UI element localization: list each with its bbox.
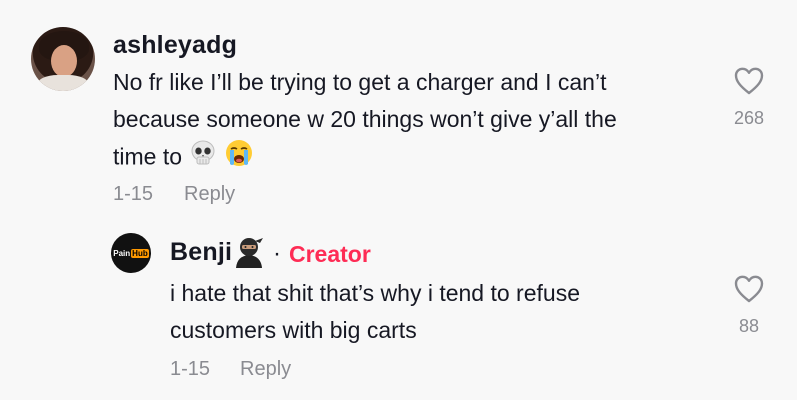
- like-count: 268: [733, 108, 765, 128]
- reply-button[interactable]: Reply: [184, 183, 235, 206]
- heart-icon[interactable]: [734, 275, 764, 303]
- comment-username[interactable]: ashleyadg: [113, 31, 237, 60]
- heart-icon[interactable]: [734, 67, 764, 95]
- reply-button[interactable]: Reply: [240, 358, 291, 381]
- reply-date: 1-15: [170, 358, 211, 380]
- comment-text: No fr like I’ll be trying to get a charg…: [113, 64, 693, 179]
- avatar-logo-part1: Pain: [113, 248, 131, 258]
- creator-badge: Creator: [289, 241, 371, 267]
- avatar-logo: Pain Hub: [113, 248, 149, 258]
- reply-text: i hate that shit that’s why i tend to re…: [170, 280, 580, 343]
- avatar-logo-part2: Hub: [131, 248, 149, 258]
- comment-date: 1-15: [113, 183, 154, 205]
- reply-username[interactable]: Benji: [170, 238, 232, 267]
- ninja-emoji-icon: [232, 235, 266, 269]
- user-avatar[interactable]: [31, 27, 95, 91]
- creator-avatar[interactable]: Pain Hub: [111, 233, 151, 273]
- like-count: 88: [738, 316, 760, 336]
- crying-emoji-icon: [224, 138, 254, 179]
- separator-dot: ·: [273, 240, 281, 267]
- skull-emoji-icon: [188, 138, 218, 179]
